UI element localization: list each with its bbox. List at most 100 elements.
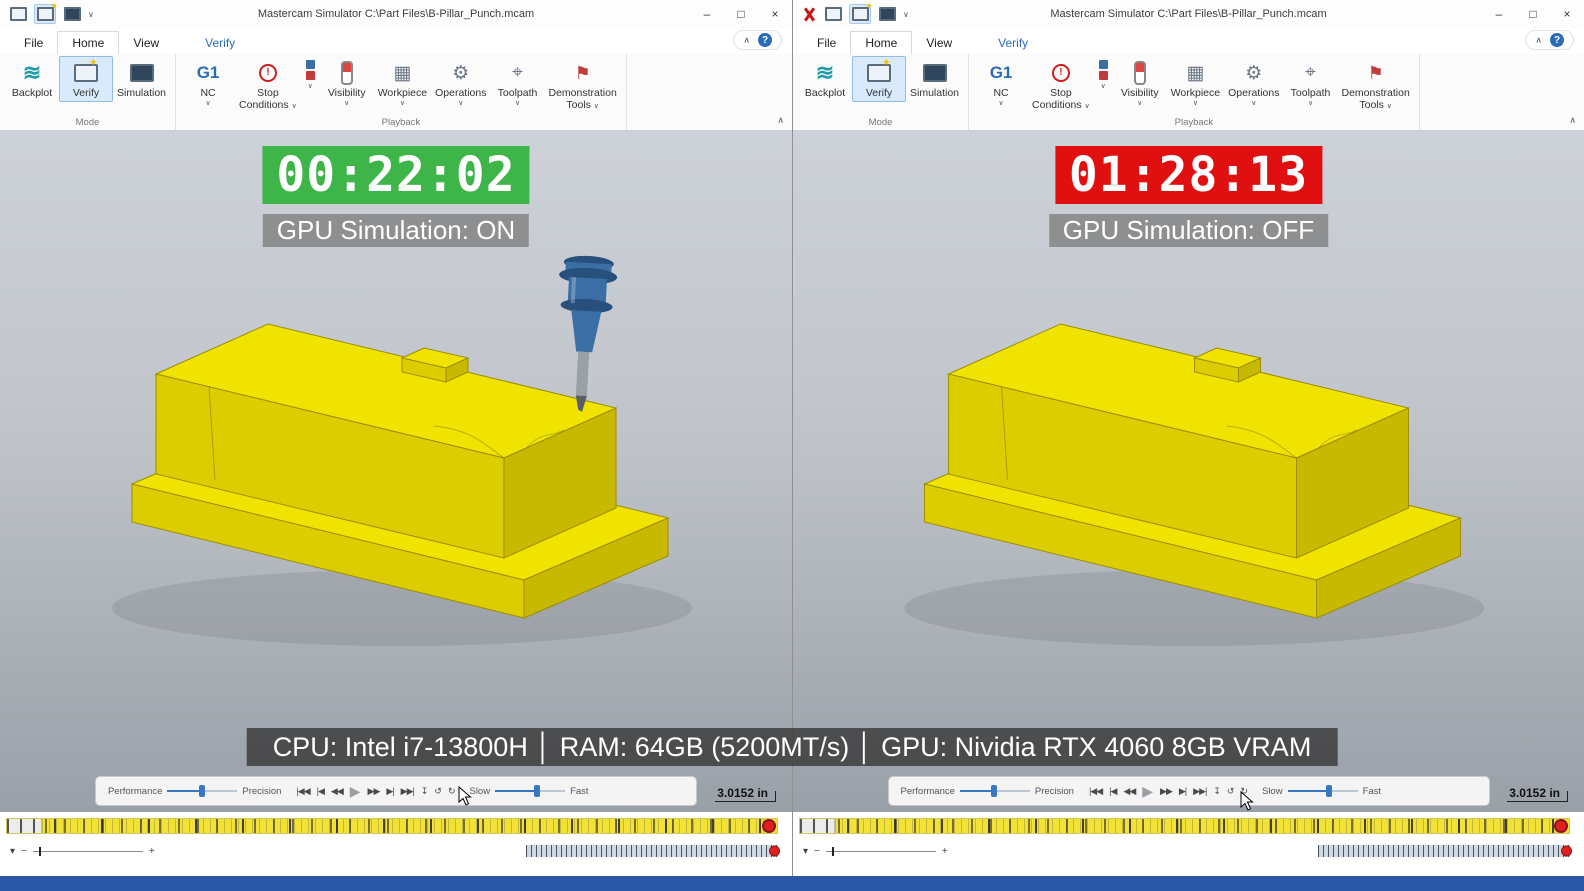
fast-forward-button[interactable]: ▶▶ <box>367 786 381 797</box>
skip-to-end-button[interactable]: ▶▶| <box>1192 786 1207 797</box>
chevron-down-icon: ∨ <box>400 99 405 108</box>
skip-to-end-button[interactable]: ▶▶| <box>400 786 415 797</box>
close-button[interactable]: × <box>1550 1 1584 27</box>
timeline-options-icon[interactable]: ▾ <box>10 846 15 857</box>
zoom-in-button[interactable]: + <box>149 846 155 857</box>
tab-view[interactable]: View <box>119 32 173 54</box>
stop-conditions-button[interactable]: Stop Conditions ∨ <box>235 56 301 116</box>
zoom-out-button[interactable]: − <box>814 846 820 857</box>
timeline-position-handle[interactable] <box>762 819 776 833</box>
timeline-zoom-slider[interactable] <box>826 851 936 852</box>
demonstration-tools-button[interactable]: ⚑ Demonstration Tools ∨ <box>545 56 621 116</box>
qat-dropdown-icon[interactable]: ∨ <box>903 10 909 19</box>
rewind-button[interactable]: ◀◀ <box>330 786 344 797</box>
monitor-icon <box>10 7 27 21</box>
step-back-button[interactable]: |◀ <box>316 786 325 797</box>
playback-timeline[interactable] <box>6 818 778 834</box>
loop-button[interactable]: ↺ <box>1226 786 1235 797</box>
timeline-panel: ▾ − + <box>0 812 792 876</box>
simulation-button[interactable]: Simulation <box>906 56 963 102</box>
qat-simulation-button[interactable] <box>877 5 897 23</box>
verify-button[interactable]: ✦ Verify <box>59 56 113 102</box>
toolpath-button[interactable]: ⌖ Toolpath ∨ <box>491 56 545 111</box>
step-forward-button[interactable]: ▶| <box>1178 786 1187 797</box>
demonstration-tools-button[interactable]: ⚑ Demonstration Tools ∨ <box>1338 56 1414 116</box>
timeline-zoom-slider[interactable] <box>33 851 143 852</box>
qat-verify-button[interactable]: ✦ <box>34 4 56 24</box>
maximize-button[interactable]: □ <box>1516 1 1550 27</box>
zoom-slider-handle[interactable] <box>39 847 41 856</box>
qat-verify-button[interactable]: ✦ <box>849 4 871 24</box>
toolpath-button[interactable]: ⌖ Toolpath ∨ <box>1284 56 1338 111</box>
qat-backplot-button[interactable] <box>8 5 28 23</box>
tab-view[interactable]: View <box>912 32 966 54</box>
qat-simulation-button[interactable] <box>62 5 82 23</box>
verify-button[interactable]: ✦ Verify <box>852 56 906 102</box>
rewind-button[interactable]: ◀◀ <box>1122 786 1136 797</box>
visibility-button[interactable]: Visibility ∨ <box>1113 56 1167 111</box>
zoomed-timeline[interactable] <box>526 845 778 857</box>
ribbon-collapse-icon[interactable]: ∧ <box>777 115 784 126</box>
operations-button[interactable]: ⚙ Operations ∨ <box>1224 56 1283 111</box>
playback-timeline[interactable] <box>799 818 1570 834</box>
zoom-out-button[interactable]: − <box>21 846 27 857</box>
tab-verify[interactable]: Verify <box>984 32 1042 54</box>
toolpath-display-options-button[interactable]: ∨ <box>301 56 320 95</box>
quality-slider[interactable] <box>960 785 1030 797</box>
maximize-button[interactable]: □ <box>724 1 758 27</box>
3d-viewport[interactable]: 01:28:13 GPU Simulation: OFF Performance… <box>793 130 1584 812</box>
ribbon-group-mode: ≋ Backplot ✦ Verify Simulation Mode <box>793 54 969 130</box>
help-button[interactable]: ? <box>1550 33 1564 47</box>
quality-slider[interactable] <box>167 785 237 797</box>
step-forward-button[interactable]: ▶| <box>385 786 394 797</box>
skip-to-start-button[interactable]: |◀◀ <box>1088 786 1103 797</box>
toolpath-display-options-button[interactable]: ∨ <box>1094 56 1113 95</box>
timeline-options-icon[interactable]: ▾ <box>803 846 808 857</box>
tab-home[interactable]: Home <box>850 31 912 54</box>
nc-button[interactable]: G1 NC ∨ <box>181 56 235 111</box>
tab-verify[interactable]: Verify <box>191 32 249 54</box>
collapse-ribbon-button[interactable]: ∧ <box>743 35 750 46</box>
fast-forward-button[interactable]: ▶▶ <box>1159 786 1173 797</box>
minimize-button[interactable]: – <box>1482 1 1516 27</box>
play-button[interactable]: ▶ <box>1141 783 1154 800</box>
visibility-button[interactable]: Visibility ∨ <box>320 56 374 111</box>
speed-slider[interactable] <box>1288 785 1358 797</box>
play-button[interactable]: ▶ <box>349 783 362 800</box>
tab-home[interactable]: Home <box>57 31 119 54</box>
backplot-button[interactable]: ≋ Backplot <box>798 56 852 102</box>
workpiece-button[interactable]: ▦ Workpiece ∨ <box>1167 56 1224 111</box>
collapse-ribbon-button[interactable]: ∧ <box>1535 35 1542 46</box>
sparkle-icon: ✦ <box>50 1 58 12</box>
tab-file[interactable]: File <box>10 32 57 54</box>
ribbon-collapse-icon[interactable]: ∧ <box>1569 115 1576 126</box>
speed-slider[interactable] <box>495 785 565 797</box>
close-button[interactable]: × <box>758 1 792 27</box>
qat-backplot-button[interactable] <box>823 5 843 23</box>
loop-button[interactable]: ↺ <box>433 786 442 797</box>
minimize-button[interactable]: – <box>690 1 724 27</box>
qat-dropdown-icon[interactable]: ∨ <box>88 10 94 19</box>
skip-to-start-button[interactable]: |◀◀ <box>295 786 310 797</box>
zoom-slider-handle[interactable] <box>832 847 834 856</box>
workpiece-button[interactable]: ▦ Workpiece ∨ <box>374 56 431 111</box>
3d-viewport[interactable]: 00:22:02 GPU Simulation: ON Performance … <box>0 130 792 812</box>
group-label-playback: Playback <box>181 116 621 130</box>
nc-button[interactable]: G1 NC ∨ <box>974 56 1028 111</box>
timeline-position-handle[interactable] <box>1554 819 1568 833</box>
help-button[interactable]: ? <box>758 33 772 47</box>
next-tool-change-button[interactable]: ↧ <box>1212 786 1221 797</box>
tab-file[interactable]: File <box>803 32 850 54</box>
zoomed-timeline-handle[interactable] <box>1561 846 1572 857</box>
repeat-section-button[interactable]: ↻ <box>447 786 456 797</box>
operations-button[interactable]: ⚙ Operations ∨ <box>431 56 490 111</box>
stop-conditions-button[interactable]: Stop Conditions ∨ <box>1028 56 1094 116</box>
zoomed-timeline[interactable] <box>1318 845 1570 857</box>
step-back-button[interactable]: |◀ <box>1108 786 1117 797</box>
precision-label: Precision <box>1035 786 1074 797</box>
zoom-in-button[interactable]: + <box>942 846 948 857</box>
backplot-button[interactable]: ≋ Backplot <box>5 56 59 102</box>
next-tool-change-button[interactable]: ↧ <box>420 786 429 797</box>
zoomed-timeline-handle[interactable] <box>769 846 780 857</box>
simulation-button[interactable]: Simulation <box>113 56 170 102</box>
